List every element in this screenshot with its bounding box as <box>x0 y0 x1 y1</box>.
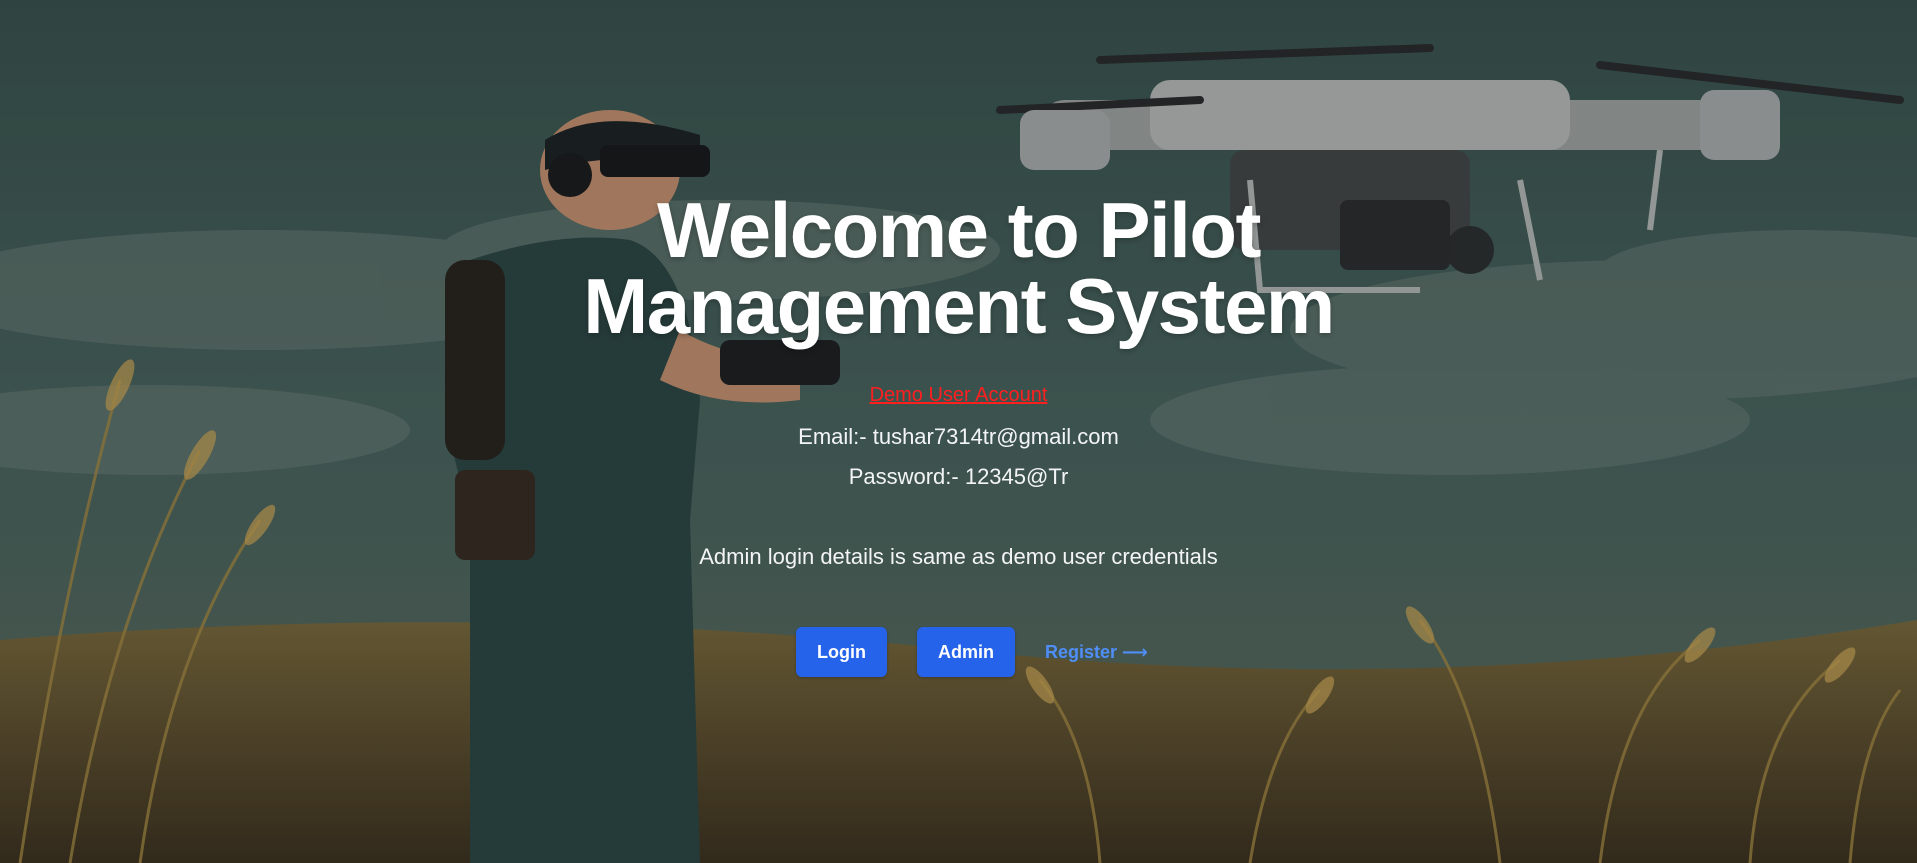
demo-email-text: Email:- tushar7314tr@gmail.com <box>798 424 1119 449</box>
title-line-2: Management System <box>583 262 1335 350</box>
action-buttons: Login Admin Register ⟶ <box>796 627 1148 677</box>
page-title: Welcome to Pilot Management System <box>0 186 1917 350</box>
admin-button[interactable]: Admin <box>916 627 1015 677</box>
hero-section: Welcome to Pilot Management System Demo … <box>0 0 1917 863</box>
login-button[interactable]: Login <box>796 627 887 677</box>
register-link[interactable]: Register ⟶ <box>1045 642 1148 663</box>
demo-password-text: Password:- 12345@Tr <box>848 464 1069 489</box>
admin-note-text: Admin login details is same as demo user… <box>699 544 1218 569</box>
title-line-1: Welcome to Pilot <box>657 186 1261 274</box>
demo-user-account-link[interactable]: Demo User Account <box>0 384 1917 407</box>
